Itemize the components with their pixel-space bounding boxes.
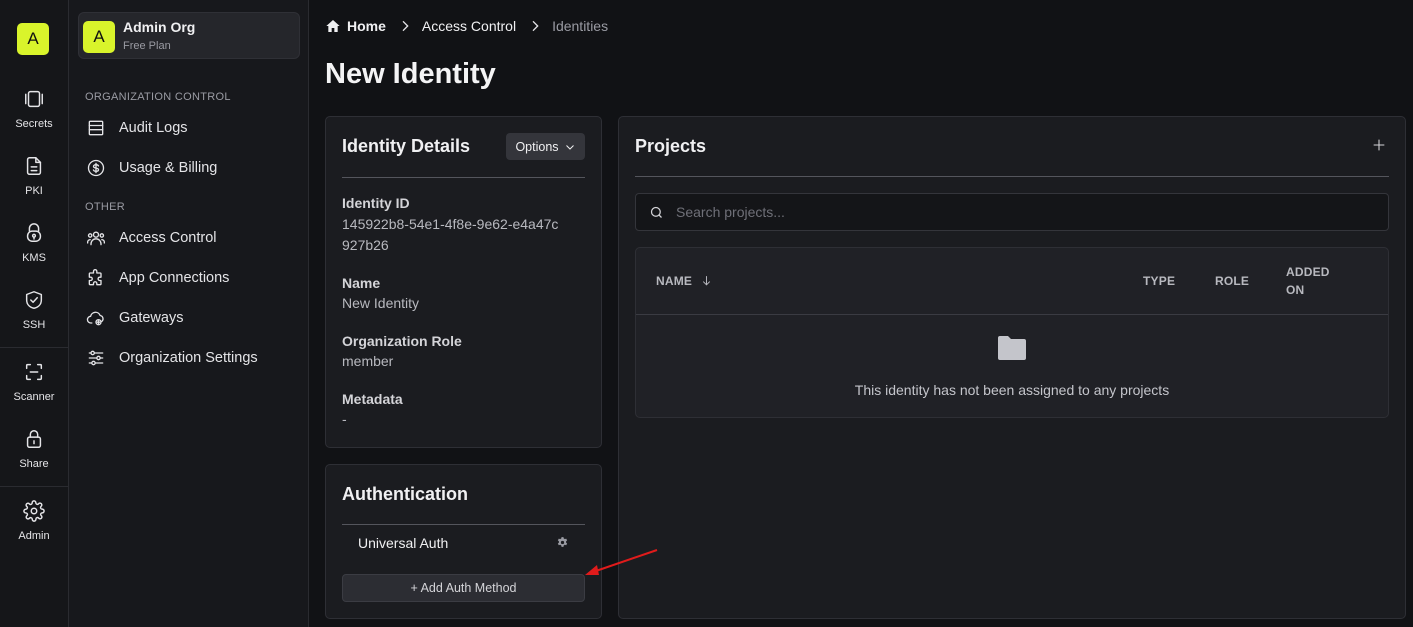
metadata-value: - [342,411,347,427]
add-project-plus-icon[interactable] [1371,137,1387,153]
authentication-card: Authentication Universal Auth + Add Auth… [325,464,602,619]
rail-item-label: PKI [25,185,43,197]
puzzle-icon [88,269,102,286]
column-header-name-label: NAME [656,274,693,288]
users-icon [87,231,106,246]
rail-item-pki[interactable]: PKI [0,155,68,215]
column-header-added-on-line2: ON [1286,283,1305,297]
document-icon [26,157,42,175]
options-button[interactable]: Options [506,133,585,160]
chevron-right-icon [532,20,539,32]
rail-item-scanner[interactable]: Scanner [0,361,68,421]
rail-item-ssh[interactable]: SSH [0,289,68,349]
lock-icon [26,430,42,448]
chevron-right-icon [402,20,409,32]
identity-id-value: 145922b8-54e1-4f8e-9e62-e4a47c927b26 [342,216,559,253]
org-sidebar: A Admin Org Free Plan ORGANIZATION CONTR… [69,0,309,627]
org-plan: Free Plan [123,40,171,52]
annotation-arrow-icon [585,549,658,575]
rail-item-admin[interactable]: Admin [0,500,68,560]
gear-icon [23,500,45,522]
empty-state-message: This identity has not been assigned to a… [854,382,1170,398]
sidebar-item-access-control[interactable]: Access Control [79,222,299,254]
auth-method-universal-auth[interactable]: Universal Auth [358,535,448,551]
card-divider [635,176,1389,177]
sidebar-item-label: Gateways [119,310,184,326]
breadcrumb-home-label: Home [347,18,386,34]
card-divider [342,177,585,178]
org-role-label: Organization Role [342,333,462,349]
column-header-name[interactable]: NAME [656,272,713,290]
projects-table: NAME TYPE ROLE ADDED ON This identity ha… [635,247,1389,418]
org-logo[interactable]: A [17,23,49,55]
identity-details-title: Identity Details [342,136,471,156]
shield-check-icon [25,291,43,309]
column-header-added-on-line1: ADDED [1286,265,1330,279]
options-label: Options [515,139,559,154]
sidebar-item-label: Access Control [119,230,217,246]
breadcrumb: Home Access Control Identities [325,17,608,35]
rail-divider [0,347,68,348]
org-role-value: member [342,353,394,369]
breadcrumb-home[interactable]: Home [325,18,386,34]
search-icon [650,206,662,218]
page-title: New Identity [325,58,496,90]
lock-keyhole-icon [26,223,42,242]
name-label: Name [342,275,381,291]
org-avatar: A [83,21,115,53]
home-icon [326,20,340,32]
sidebar-item-org-settings[interactable]: Organization Settings [79,342,299,374]
breadcrumb-access-control[interactable]: Access Control [422,18,516,34]
rail-item-label: Scanner [13,391,55,403]
identity-id-label: Identity ID [342,195,410,211]
gear-icon[interactable] [556,536,569,549]
sidebar-item-audit-logs[interactable]: Audit Logs [79,112,299,144]
table-header: NAME TYPE ROLE ADDED ON [636,248,1388,315]
folder-icon [998,336,1026,360]
rail-item-kms[interactable]: KMS [0,222,68,282]
column-header-added-on: ADDED ON [1286,263,1330,299]
sidebar-item-app-connections[interactable]: App Connections [79,262,299,294]
sidebar-item-label: Audit Logs [119,120,188,136]
metadata-label: Metadata [342,391,403,407]
rail-divider [0,486,68,487]
rail-item-label: KMS [22,252,46,264]
section-label-org-control: ORGANIZATION CONTROL [85,91,231,103]
scan-icon [25,363,43,381]
column-header-role: ROLE [1215,274,1250,288]
search-projects-field[interactable] [635,193,1389,231]
name-value: New Identity [342,295,420,311]
rail-item-secrets[interactable]: Secrets [0,88,68,148]
authentication-title: Authentication [342,484,468,504]
search-projects-input[interactable] [676,204,1356,220]
sidebar-item-gateways[interactable]: Gateways [79,302,299,334]
org-name: Admin Org [123,19,196,35]
cloud-icon [86,311,104,326]
secrets-icon [25,90,43,108]
rail-item-label: Secrets [15,118,53,130]
add-auth-method-button[interactable]: + Add Auth Method [342,574,585,602]
card-divider [342,524,585,525]
rail-item-label: Share [19,458,49,470]
rail-item-label: Admin [18,530,50,542]
section-label-other: OTHER [85,201,125,213]
sidebar-item-label: Organization Settings [119,350,258,366]
sidebar-item-usage-billing[interactable]: Usage & Billing [79,152,299,184]
column-header-type: TYPE [1143,274,1176,288]
rail-item-share[interactable]: Share [0,428,68,488]
breadcrumb-identities[interactable]: Identities [552,18,608,34]
sidebar-item-label: App Connections [119,270,230,286]
projects-card: Projects NAME TYPE ROLE ADDED ON This id… [618,116,1406,619]
sidebar-item-label: Usage & Billing [119,160,218,176]
dollar-circle-icon [87,159,105,177]
icon-rail: A Secrets PKI KMS SSH Scanner Share Admi… [0,0,69,627]
arrow-down-icon [703,276,711,286]
list-icon [88,120,104,136]
identity-details-card: Identity Details Options Identity ID 145… [325,116,602,448]
rail-item-label: SSH [22,319,46,331]
projects-title: Projects [635,136,707,156]
sliders-icon [88,350,104,366]
org-switcher[interactable]: A Admin Org Free Plan [78,12,300,59]
chevron-down-icon [565,144,574,150]
